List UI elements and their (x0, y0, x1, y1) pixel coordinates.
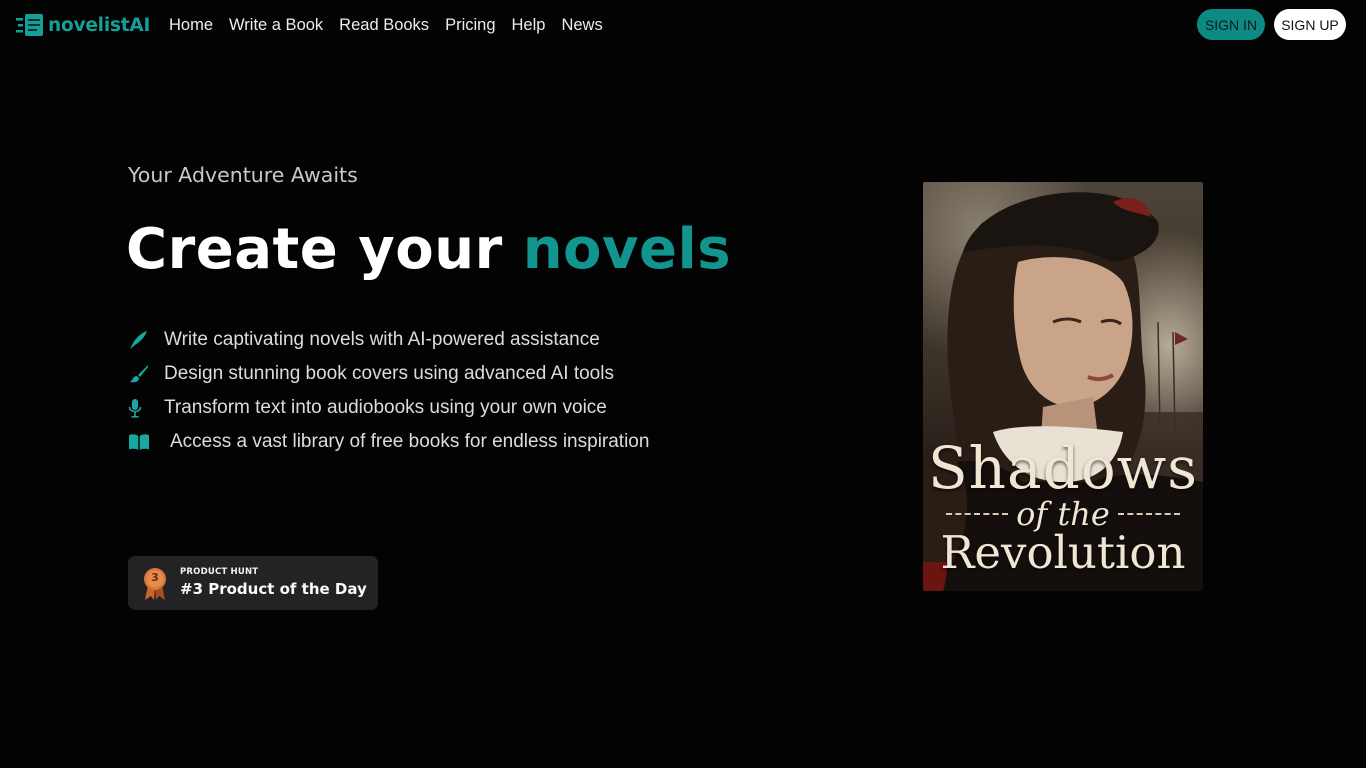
nav-read-books[interactable]: Read Books (339, 16, 429, 35)
brand-logo[interactable]: novelistAI (16, 12, 150, 38)
feature-text: Write captivating novels with AI-powered… (164, 329, 600, 350)
feature-text: Design stunning book covers using advanc… (164, 363, 614, 384)
cover-title-line3: Revolution (940, 526, 1186, 579)
feature-list: Write captivating novels with AI-powered… (128, 323, 649, 459)
book-cover-image: Shadows of the Revolution (923, 182, 1203, 591)
open-book-icon (128, 431, 150, 453)
cover-divider-left (946, 513, 1009, 515)
nav-write-a-book[interactable]: Write a Book (229, 16, 323, 35)
nav-news[interactable]: News (561, 16, 602, 35)
nav-pricing[interactable]: Pricing (445, 16, 495, 35)
feature-item-design: Design stunning book covers using advanc… (128, 357, 649, 391)
microphone-icon (128, 397, 142, 419)
cover-title-line1: Shadows (927, 434, 1199, 502)
main-nav: Home Write a Book Read Books Pricing Hel… (169, 14, 619, 36)
badge-text: PRODUCT HUNT #3 Product of the Day (180, 567, 367, 598)
top-navigation: novelistAI Home Write a Book Read Books … (0, 0, 1366, 50)
sign-in-button[interactable]: SIGN IN (1197, 9, 1265, 40)
feature-text: Transform text into audiobooks using you… (164, 397, 607, 418)
headline-accent: novels (522, 217, 732, 282)
feature-item-audio: Transform text into audiobooks using you… (128, 391, 649, 425)
feature-text: Access a vast library of free books for … (170, 431, 650, 452)
hero-headline: Create your novels (126, 214, 731, 286)
feature-item-library: Access a vast library of free books for … (128, 425, 649, 459)
product-hunt-badge[interactable]: 3 PRODUCT HUNT #3 Product of the Day (128, 556, 378, 610)
paint-brush-icon (128, 363, 150, 385)
badge-source: PRODUCT HUNT (180, 567, 259, 577)
nav-home[interactable]: Home (169, 16, 213, 35)
feature-item-write: Write captivating novels with AI-powered… (128, 323, 649, 357)
headline-prefix: Create your (126, 217, 523, 282)
quill-pen-icon (128, 329, 150, 351)
nav-help[interactable]: Help (512, 16, 546, 35)
logo-icon (16, 14, 43, 36)
sign-up-button[interactable]: SIGN UP (1274, 9, 1346, 40)
medal-rank: 3 (151, 571, 159, 584)
hero-eyebrow: Your Adventure Awaits (128, 163, 358, 187)
brand-name: novelistAI (48, 14, 151, 36)
cover-divider-right (1117, 513, 1180, 515)
badge-title: #3 Product of the Day (180, 580, 367, 598)
